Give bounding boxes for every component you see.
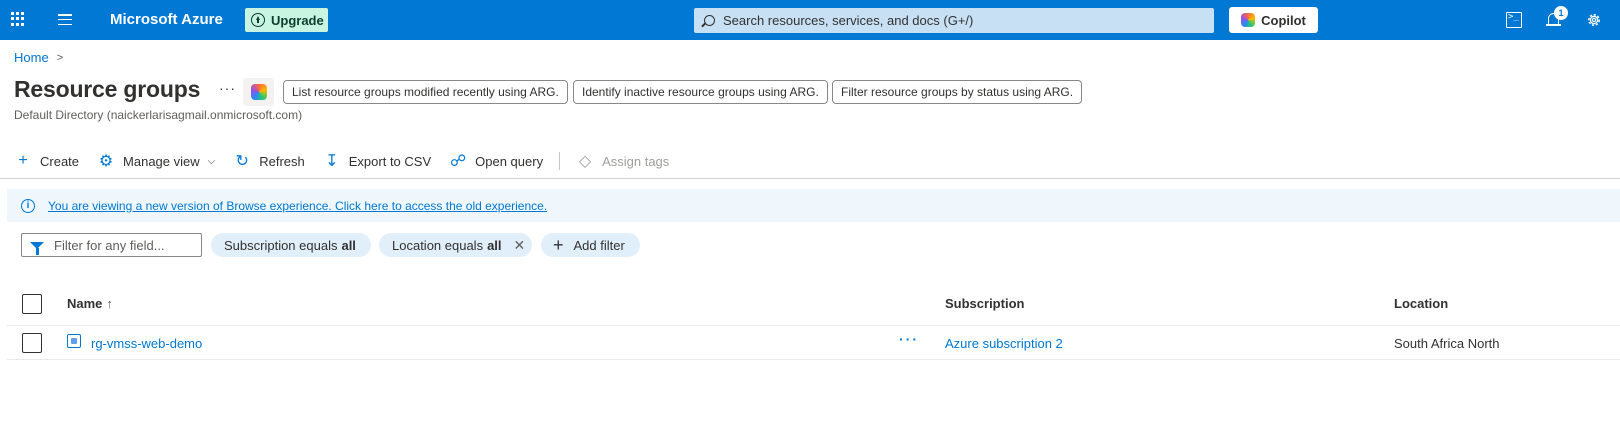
breadcrumb-home[interactable]: Home bbox=[14, 50, 49, 65]
toolbar-divider-line bbox=[0, 178, 1620, 179]
gear-icon: ⚙ bbox=[98, 153, 114, 170]
old-experience-link[interactable]: You are viewing a new version of Browse … bbox=[48, 199, 547, 213]
export-csv-button[interactable]: ↧ Export to CSV bbox=[323, 151, 431, 171]
manage-view-button[interactable]: ⚙ Manage view ⌵ bbox=[97, 151, 215, 171]
notification-badge: 1 bbox=[1554, 6, 1568, 20]
header-divider bbox=[7, 325, 1620, 326]
tag-icon: ◇ bbox=[578, 153, 592, 170]
info-icon: i bbox=[21, 198, 35, 213]
gear-icon[interactable] bbox=[1586, 12, 1602, 28]
more-options-icon[interactable]: ··· bbox=[219, 80, 236, 96]
command-bar: + Create ⚙ Manage view ⌵ ↻ Refresh ↧ Exp… bbox=[14, 148, 687, 174]
copilot-suggestions-button[interactable] bbox=[243, 78, 274, 106]
refresh-button[interactable]: ↻ Refresh bbox=[233, 151, 305, 171]
download-icon: ↧ bbox=[325, 153, 339, 170]
waffle-icon[interactable] bbox=[11, 12, 25, 26]
plus-icon: + bbox=[18, 152, 28, 169]
suggestion-chip-inactive[interactable]: Identify inactive resource groups using … bbox=[573, 80, 828, 104]
subscription-filter-pill[interactable]: Subscription equals all bbox=[211, 233, 371, 257]
upgrade-label: Upgrade bbox=[271, 12, 324, 28]
open-query-button[interactable]: ☍ Open query bbox=[449, 151, 543, 171]
location-filter-value: all bbox=[487, 237, 502, 253]
subscription-link[interactable]: Azure subscription 2 bbox=[945, 336, 1063, 351]
brand-title[interactable]: Microsoft Azure bbox=[110, 11, 223, 28]
refresh-label: Refresh bbox=[259, 153, 305, 169]
column-header-name[interactable]: Name ↑ bbox=[67, 296, 113, 311]
filter-input[interactable]: Filter for any field... bbox=[21, 233, 202, 257]
select-all-checkbox[interactable] bbox=[22, 294, 42, 314]
subscription-filter-key: Subscription equals bbox=[224, 237, 338, 253]
subscription-filter-value: all bbox=[341, 237, 356, 253]
page-title: Resource groups bbox=[14, 76, 201, 102]
column-header-subscription[interactable]: Subscription bbox=[945, 296, 1024, 311]
copilot-icon bbox=[1241, 13, 1256, 27]
copilot-icon bbox=[250, 84, 267, 100]
manage-view-label: Manage view bbox=[123, 153, 200, 169]
assign-tags-button[interactable]: ◇ Assign tags bbox=[576, 151, 669, 171]
copilot-label: Copilot bbox=[1261, 12, 1306, 28]
hamburger-icon[interactable] bbox=[58, 14, 72, 25]
upgrade-button[interactable]: Upgrade bbox=[245, 8, 328, 32]
create-button[interactable]: + Create bbox=[14, 152, 79, 170]
suggestion-chip-modified-recently[interactable]: List resource groups modified recently u… bbox=[283, 80, 568, 104]
suggestion-chip-filter-status[interactable]: Filter resource groups by status using A… bbox=[832, 80, 1083, 104]
filter-placeholder: Filter for any field... bbox=[54, 237, 165, 253]
row-more-actions-icon[interactable]: ··· bbox=[899, 331, 919, 347]
plus-icon: + bbox=[553, 235, 564, 255]
open-query-label: Open query bbox=[475, 153, 544, 169]
info-banner: i You are viewing a new version of Brows… bbox=[7, 189, 1620, 222]
column-name-label: Name bbox=[67, 296, 103, 311]
upload-arrow-icon bbox=[251, 13, 265, 27]
search-placeholder: Search resources, services, and docs (G+… bbox=[723, 13, 974, 28]
column-header-location[interactable]: Location bbox=[1394, 296, 1448, 311]
breadcrumb: Home > bbox=[14, 50, 63, 65]
row-divider bbox=[7, 359, 1620, 360]
assign-tags-label: Assign tags bbox=[602, 153, 670, 169]
export-label: Export to CSV bbox=[348, 153, 432, 169]
terminal-icon[interactable] bbox=[1506, 12, 1522, 28]
copilot-button[interactable]: Copilot bbox=[1229, 7, 1318, 33]
sort-ascending-icon: ↑ bbox=[106, 296, 113, 311]
refresh-icon: ↻ bbox=[235, 153, 249, 170]
close-icon[interactable]: ✕ bbox=[514, 237, 526, 254]
location-filter-key: Location equals bbox=[392, 237, 484, 253]
location-filter-pill[interactable]: Location equals all ✕ bbox=[379, 233, 532, 257]
toolbar-divider bbox=[559, 152, 561, 170]
create-label: Create bbox=[40, 153, 80, 169]
search-input[interactable]: Search resources, services, and docs (G+… bbox=[694, 8, 1214, 33]
filter-icon bbox=[30, 241, 44, 255]
add-filter-button[interactable]: + Add filter bbox=[541, 233, 640, 257]
location-cell: South Africa North bbox=[1394, 336, 1500, 351]
directory-subtitle: Default Directory (naickerlarisagmail.on… bbox=[14, 108, 303, 122]
chevron-right-icon: > bbox=[56, 51, 64, 64]
row-checkbox[interactable] bbox=[22, 333, 42, 353]
resource-group-name-link[interactable]: rg-vmss-web-demo bbox=[91, 336, 202, 351]
search-icon bbox=[704, 15, 715, 26]
query-icon: ☍ bbox=[450, 153, 467, 170]
chevron-down-icon: ⌵ bbox=[207, 155, 216, 167]
top-bar: Microsoft Azure Upgrade Search resources… bbox=[0, 0, 1620, 40]
resource-group-icon bbox=[67, 334, 81, 348]
add-filter-label: Add filter bbox=[573, 237, 625, 253]
